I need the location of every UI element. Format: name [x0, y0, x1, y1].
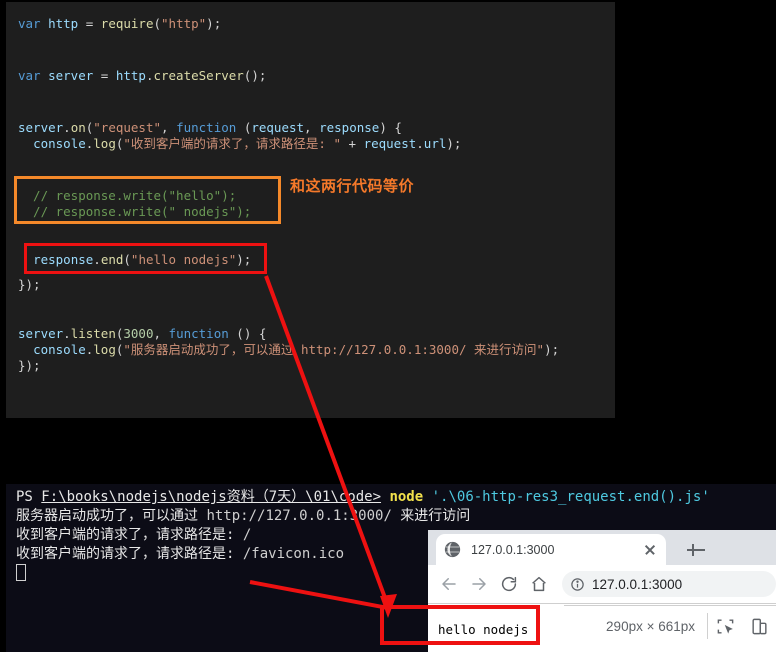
annotation-label-equivalent: 和这两行代码等价 — [290, 177, 415, 195]
terminal-line: PS F:\books\nodejs\nodejs资料（7天）\01\code>… — [16, 489, 710, 505]
back-arrow-icon[interactable] — [434, 569, 464, 599]
browser-tab[interactable]: 127.0.0.1:3000 — [436, 534, 666, 565]
code-line: console.log("收到客户端的请求了，请求路径是: " + reques… — [33, 136, 462, 151]
code-line: server.on("request", function (request, … — [18, 120, 402, 135]
inspect-element-icon[interactable] — [708, 609, 742, 643]
terminal-line: 收到客户端的请求了，请求路径是: / — [16, 527, 252, 543]
forward-arrow-icon[interactable] — [464, 569, 494, 599]
globe-icon — [444, 541, 461, 558]
browser-toolbar: 127.0.0.1:3000 — [428, 565, 776, 603]
code-line: response.end("hello nodejs"); — [33, 252, 252, 267]
page-body-text: hello nodejs — [438, 622, 529, 637]
code-line: var server = http.createServer(); — [18, 68, 267, 83]
code-line: var http = require("http"); — [18, 16, 222, 31]
code-line: server.listen(3000, function () { — [18, 326, 267, 341]
browser-tab-strip: 127.0.0.1:3000 — [428, 530, 776, 565]
new-tab-button[interactable] — [684, 538, 708, 562]
info-circle-icon[interactable] — [570, 577, 585, 592]
address-bar[interactable]: 127.0.0.1:3000 — [562, 571, 776, 597]
code-line: }); — [18, 277, 41, 292]
browser-tab-title: 127.0.0.1:3000 — [471, 542, 555, 557]
code-line: // response.write(" nodejs"); — [18, 204, 252, 219]
device-toolbar-icon[interactable] — [742, 609, 776, 643]
reload-icon[interactable] — [494, 569, 524, 599]
code-line: }); — [18, 358, 41, 373]
close-icon[interactable] — [642, 542, 658, 558]
code-line: console.log("服务器启动成功了，可以通过 http://127.0.… — [33, 342, 560, 357]
home-icon[interactable] — [524, 569, 554, 599]
terminal-line: 服务器启动成功了，可以通过 http://127.0.0.1:3000/ 来进行… — [16, 508, 471, 524]
code-editor-panel[interactable]: var http = require("http"); var server = … — [6, 2, 615, 418]
terminal-line: 收到客户端的请求了，请求路径是: /favicon.ico — [16, 546, 345, 562]
terminal-cursor — [16, 564, 26, 585]
viewport-size-label: 290px × 661px — [606, 618, 695, 634]
code-line: // response.write("hello"); — [18, 188, 237, 203]
address-bar-url: 127.0.0.1:3000 — [592, 576, 683, 592]
devtools-size-bar: 290px × 661px — [564, 605, 776, 646]
